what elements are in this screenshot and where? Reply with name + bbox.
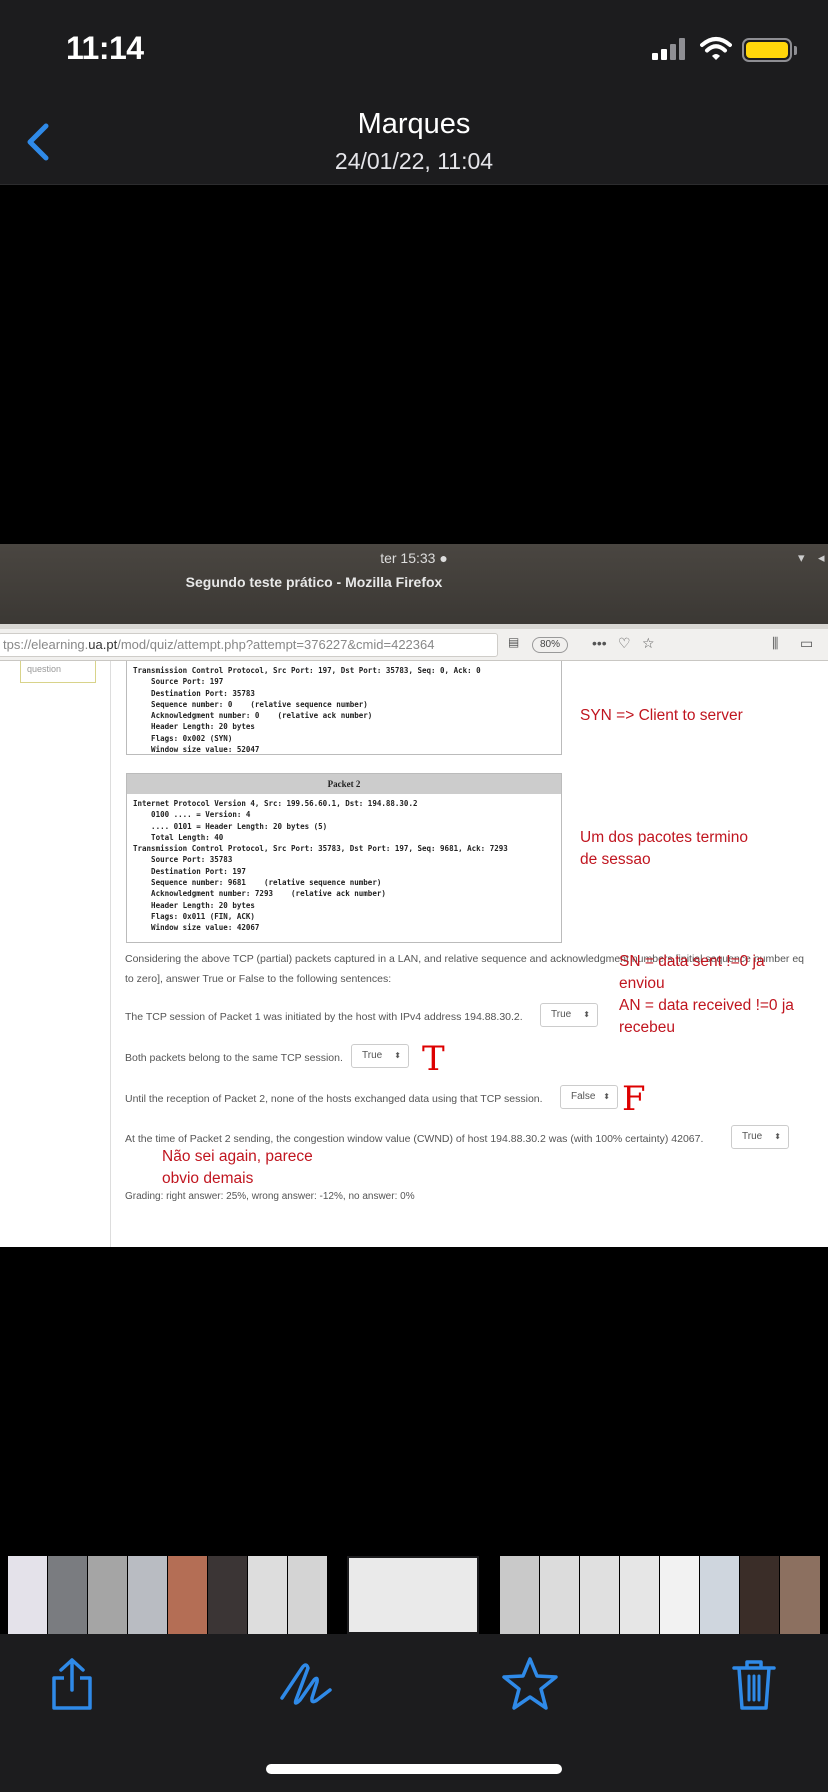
thumbnail[interactable] — [8, 1556, 47, 1634]
thumbnail[interactable] — [780, 1556, 820, 1634]
library-icon[interactable]: ⫼ — [772, 635, 778, 652]
question-3-select[interactable]: False ⬍ — [560, 1085, 618, 1109]
thumbnail-selected[interactable] — [347, 1556, 479, 1634]
question-4-select[interactable]: True ⬍ — [731, 1125, 789, 1149]
question-1-select[interactable]: True ⬍ — [540, 1003, 598, 1027]
thumbnail[interactable] — [620, 1556, 659, 1634]
bookmark-star-icon[interactable]: ☆ — [642, 635, 655, 652]
status-bar: 11:14 — [0, 0, 828, 100]
question-4-text: At the time of Packet 2 sending, the con… — [125, 1133, 704, 1145]
quiz-page: question Transmission Control Protocol, … — [0, 661, 828, 1247]
packet-line: 0100 .... = Version: 4 — [133, 810, 251, 820]
note-an-2: recebeu — [619, 1019, 676, 1036]
thumbnail[interactable] — [700, 1556, 739, 1634]
window-title: Segundo teste prático - Mozilla Firefox — [185, 574, 443, 590]
more-icon[interactable]: ••• — [592, 635, 607, 651]
note-syn: SYN => Client to server — [580, 707, 743, 724]
packet-line: Window size value: 42067 — [133, 923, 260, 933]
battery-icon — [742, 38, 792, 62]
wifi-icon — [700, 37, 732, 60]
thumbnail[interactable] — [540, 1556, 579, 1634]
note-sn-1: SN = data sent !=0 ja — [619, 953, 765, 970]
packet-line: Total Length: 40 — [133, 832, 224, 842]
thumbnail[interactable] — [288, 1556, 327, 1634]
volume-icon: ◂ — [818, 550, 825, 565]
packet-line: Source Port: 197 — [133, 677, 224, 687]
network-icon: ▾ — [798, 550, 805, 565]
thumbnail[interactable] — [580, 1556, 619, 1634]
zoom-level[interactable]: 80% — [532, 637, 568, 653]
packet-line: Destination Port: 35783 — [133, 688, 255, 698]
note-sn-2: enviou — [619, 975, 665, 992]
thumbnail[interactable] — [128, 1556, 167, 1634]
note-naosei-2: obvio demais — [162, 1170, 254, 1187]
packet-1-details: Transmission Control Protocol, Src Port:… — [127, 661, 561, 759]
contact-name: Marques — [357, 108, 471, 140]
intro-text-2: to zero], answer True or False to the fo… — [125, 973, 392, 985]
thumbnail[interactable] — [740, 1556, 779, 1634]
photo[interactable]: ter 15:33 ● Segundo teste prático - Mozi… — [0, 544, 828, 1247]
nav-bar: Marques 24/01/22, 11:04 — [0, 100, 828, 185]
packet-line: .... 0101 = Header Length: 20 bytes (5) — [133, 821, 328, 831]
packet-line: Flags: 0x002 (SYN) — [133, 733, 233, 743]
packet-line: Acknowledgment number: 7293 (relative ac… — [133, 889, 386, 899]
thumbnail[interactable] — [500, 1556, 539, 1634]
thumbnail[interactable] — [88, 1556, 127, 1634]
packet-line: Destination Port: 197 — [133, 866, 246, 876]
handwritten-f: F — [622, 1079, 646, 1119]
packet-line: Transmission Control Protocol, Src Port:… — [133, 844, 508, 854]
question-1-text: The TCP session of Packet 1 was initiate… — [125, 1011, 523, 1023]
note-an-1: AN = data received !=0 ja — [619, 997, 794, 1014]
thumbnail[interactable] — [168, 1556, 207, 1634]
packet-2: Packet 2 Internet Protocol Version 4, Sr… — [126, 773, 562, 943]
thumbnail[interactable] — [660, 1556, 699, 1634]
desktop-top-bar: ter 15:33 ● Segundo teste prático - Mozi… — [0, 544, 828, 624]
note-naosei-1: Não sei again, parece — [162, 1148, 313, 1165]
address-bar[interactable]: tps://elearning.ua.pt/mod/quiz/attempt.p… — [0, 633, 498, 657]
packet-1: Transmission Control Protocol, Src Port:… — [126, 661, 562, 755]
thumbnail[interactable] — [208, 1556, 247, 1634]
markup-icon[interactable] — [276, 1654, 336, 1714]
packet-line: Header Length: 20 bytes — [133, 900, 255, 910]
question-2-text: Both packets belong to the same TCP sess… — [125, 1052, 343, 1064]
question-3-text: Until the reception of Packet 2, none of… — [125, 1093, 543, 1105]
packet-line: Header Length: 20 bytes — [133, 722, 255, 732]
sidebar-icon[interactable]: ▭ — [800, 635, 813, 652]
favorite-star-icon[interactable] — [500, 1654, 560, 1714]
packet-line: Transmission Control Protocol, Src Port:… — [133, 666, 481, 675]
packet-line: Sequence number: 9681 (relative sequence… — [133, 878, 382, 888]
desktop-clock: ter 15:33 ● — [380, 550, 448, 566]
packet-line: Acknowledgment number: 0 (relative ack n… — [133, 711, 373, 721]
packet-2-details: Internet Protocol Version 4, Src: 199.56… — [127, 794, 561, 938]
photo-timestamp: 24/01/22, 11:04 — [334, 148, 494, 174]
packet-line: Internet Protocol Version 4, Src: 199.56… — [133, 799, 418, 808]
thumbnail-strip[interactable] — [0, 1556, 828, 1634]
question-2-select[interactable]: True ⬍ — [351, 1044, 409, 1068]
reader-view-icon[interactable]: ▤ — [508, 635, 519, 649]
thumbnail[interactable] — [248, 1556, 287, 1634]
share-icon[interactable] — [42, 1654, 102, 1714]
question-nav-box: question — [20, 661, 96, 683]
trash-icon[interactable] — [724, 1654, 784, 1714]
url-toolbar: tps://elearning.ua.pt/mod/quiz/attempt.p… — [0, 629, 828, 661]
packet-line: Window size value: 52047 — [133, 745, 260, 755]
packet-line: Sequence number: 0 (relative sequence nu… — [133, 699, 368, 709]
pocket-icon[interactable]: ♡ — [618, 635, 631, 652]
handwritten-t: T — [422, 1039, 445, 1079]
packet-2-title: Packet 2 — [127, 774, 561, 794]
packet-line: Flags: 0x011 (FIN, ACK) — [133, 911, 255, 921]
thumbnail[interactable] — [48, 1556, 87, 1634]
cellular-signal-icon — [652, 38, 686, 60]
note-pacotes-2: de sessao — [580, 851, 651, 868]
packet-line: Source Port: 35783 — [133, 855, 233, 865]
grading-text: Grading: right answer: 25%, wrong answer… — [125, 1191, 415, 1202]
home-indicator[interactable] — [266, 1764, 562, 1774]
status-time: 11:14 — [66, 30, 144, 66]
note-pacotes-1: Um dos pacotes termino — [580, 829, 748, 846]
